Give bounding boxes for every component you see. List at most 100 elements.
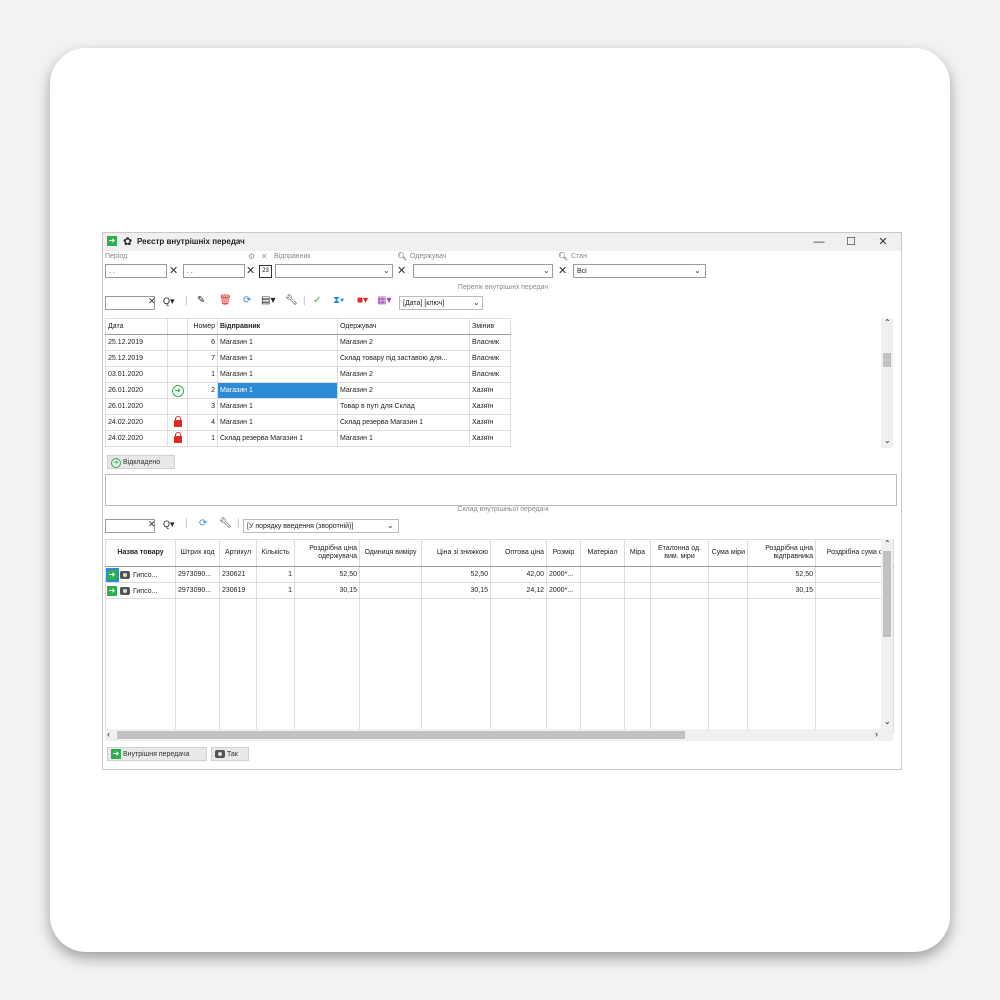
cell-date: 24.02.2020 xyxy=(105,414,168,431)
empty-cell xyxy=(105,629,176,644)
hourglass-icon[interactable]: ⧗▾ xyxy=(333,295,344,306)
deferred-button[interactable]: ➜ Відкладено xyxy=(107,455,175,469)
table-row[interactable]: 25.12.2019 6 Магазин 1 Магазин 2 Власник xyxy=(105,334,511,351)
comment-box[interactable] xyxy=(105,474,897,506)
chevron-down-icon[interactable]: ⌄ xyxy=(543,266,550,275)
table-row[interactable]: 26.01.2020 ➜ 2 Магазин 1 Магазин 2 Хазяїн xyxy=(105,382,511,399)
table-row[interactable]: 24.02.2020 1 Склад резерва Магазин 1 Магази… xyxy=(105,430,511,447)
chevron-down-icon[interactable]: ⌄ xyxy=(473,298,480,307)
items-col-header[interactable]: Ціна зі знижкою xyxy=(421,539,491,567)
photo-tab[interactable]: Так xyxy=(211,747,249,761)
items-col-header[interactable]: Назва товару xyxy=(105,539,176,567)
print-icon[interactable]: ▦▾ xyxy=(377,295,391,306)
sort-select[interactable]: [Дата] [ключ] xyxy=(399,296,483,310)
transfer-icon: ➜ xyxy=(111,749,121,760)
list-scrollbar[interactable]: ⌃ ⌄ xyxy=(881,318,893,448)
clipboard-icon[interactable]: ▤▾ xyxy=(261,295,275,306)
close-button[interactable]: ✕ xyxy=(873,235,893,249)
items-col-header[interactable]: Оптова ціна xyxy=(490,539,547,567)
items-col-header[interactable]: Артикул xyxy=(219,539,257,567)
scroll-down-icon[interactable]: ⌄ xyxy=(884,717,891,726)
items-col-header[interactable]: Міра xyxy=(624,539,651,567)
sender-select[interactable] xyxy=(275,264,393,278)
scroll-up-icon[interactable]: ⌃ xyxy=(884,318,891,327)
period-from-field[interactable]: . . xyxy=(105,264,167,278)
internal-transfer-tab[interactable]: ➜ Внутрішня передача xyxy=(107,747,207,761)
col-changed[interactable]: Змінив xyxy=(469,318,511,335)
clear-period-from-icon[interactable]: ✕ xyxy=(169,264,178,277)
cell-number: 1 xyxy=(187,366,218,383)
items-col-header[interactable]: Сума міри xyxy=(708,539,748,567)
refresh-icon[interactable]: ⟳ xyxy=(199,518,207,529)
empty-cell xyxy=(546,689,581,704)
tools-icon[interactable]: 🔧︎ xyxy=(219,518,232,529)
scroll-left-icon[interactable]: ‹ xyxy=(107,729,110,739)
empty-cell xyxy=(294,644,360,659)
items-col-header[interactable]: Кількість xyxy=(256,539,295,567)
scroll-down-icon[interactable]: ⌄ xyxy=(884,436,891,445)
calendar-icon[interactable]: 23 xyxy=(259,265,272,278)
items-row[interactable]: ➜ Гипсо... 2973090... 230619 1 30,15 30,15 24,1… xyxy=(105,582,894,599)
recipient-select[interactable] xyxy=(413,264,553,278)
camera-icon[interactable] xyxy=(120,570,130,579)
items-col-header[interactable]: Одиниця виміру xyxy=(359,539,422,567)
empty-cell xyxy=(708,598,748,614)
empty-cell xyxy=(490,644,547,659)
lock-icon[interactable]: ■▾ xyxy=(357,295,368,306)
clear-recipient-icon[interactable]: ✕ xyxy=(397,264,406,277)
chevron-down-icon[interactable]: ⌄ xyxy=(383,266,390,275)
state-select[interactable]: Всі xyxy=(573,264,706,278)
delete-icon[interactable]: 🗑︎ xyxy=(219,295,232,306)
col-recipient[interactable]: Одержувач xyxy=(337,318,470,335)
clear-search-icon[interactable]: ✕ xyxy=(148,296,156,307)
items-col-header[interactable]: Роздрібна ціна одержувача xyxy=(294,539,360,567)
camera-icon[interactable] xyxy=(120,586,130,595)
hscroll-thumb[interactable] xyxy=(117,731,685,739)
items-col-header[interactable]: Розмір xyxy=(546,539,581,567)
table-row[interactable]: 24.02.2020 4 Магазин 1 Склад резерва Магази… xyxy=(105,414,511,431)
minimize-button[interactable]: — xyxy=(809,235,829,249)
table-row[interactable]: 03.01.2020 1 Магазин 1 Магазин 2 Власник xyxy=(105,366,511,383)
col-number[interactable]: Номер xyxy=(187,318,218,335)
cell-size: 2000*... xyxy=(546,582,581,599)
gear-small-icon[interactable]: ⚙ xyxy=(248,252,255,261)
items-scrollbar[interactable]: ⌃ ⌄ xyxy=(881,539,893,729)
maximize-button[interactable]: ☐ xyxy=(841,235,861,249)
items-hscrollbar[interactable]: ‹ › xyxy=(105,729,893,741)
period-to-field[interactable]: . . xyxy=(183,264,245,278)
search-recipient-icon[interactable]: 🔍︎ xyxy=(397,252,407,261)
col-icon[interactable] xyxy=(167,318,188,335)
col-date[interactable]: Дата xyxy=(105,318,168,335)
empty-cell xyxy=(294,614,360,629)
items-col-header[interactable]: Штрих код xyxy=(175,539,220,567)
items-row[interactable]: ➜ Гипсо... 2973090... 230621 1 52,50 52,50 42,0… xyxy=(105,566,894,583)
cell-recipient: Магазин 2 xyxy=(337,366,470,383)
scroll-right-icon[interactable]: › xyxy=(875,729,878,739)
items-col-header[interactable]: Еталонна од. вим. міри xyxy=(650,539,709,567)
search-icon[interactable]: Q▾ xyxy=(163,519,175,530)
table-row[interactable]: 26.01.2020 3 Магазин 1 Товар в путі для Скл… xyxy=(105,398,511,415)
clear-sender-icon[interactable]: ✕ xyxy=(261,252,268,261)
tools-icon[interactable]: 🔧︎ xyxy=(285,295,298,306)
clear-state-icon[interactable]: ✕ xyxy=(558,264,567,277)
col-sender[interactable]: Відправник xyxy=(217,318,338,335)
table-row[interactable]: 25.12.2019 7 Магазин 1 Склад товару під зас… xyxy=(105,350,511,367)
items-sort-select[interactable]: [У порядку введення (зворотній)] xyxy=(243,519,399,533)
scroll-up-icon[interactable]: ⌃ xyxy=(884,539,891,548)
gear-icon[interactable]: ✿ xyxy=(123,235,132,248)
refresh-icon[interactable]: ⟳ xyxy=(243,295,251,306)
empty-cell xyxy=(175,629,220,644)
clear-search-icon[interactable]: ✕ xyxy=(148,519,156,530)
check-icon[interactable]: ✓ xyxy=(313,295,321,306)
chevron-down-icon[interactable]: ⌄ xyxy=(694,266,701,275)
items-col-header[interactable]: Матеріал xyxy=(580,539,625,567)
cell-recipient: Магазин 1 xyxy=(337,430,470,447)
search-state-icon[interactable]: 🔍︎ xyxy=(558,252,568,261)
items-col-header[interactable]: Роздрібна ціна відправника xyxy=(747,539,816,567)
chevron-down-icon[interactable]: ⌄ xyxy=(387,521,394,530)
search-icon[interactable]: Q▾ xyxy=(163,296,175,307)
scroll-thumb[interactable] xyxy=(883,353,891,367)
scroll-thumb[interactable] xyxy=(883,551,891,637)
clear-period-to-icon[interactable]: ✕ xyxy=(246,264,255,277)
edit-icon[interactable]: ✎ xyxy=(197,295,205,306)
